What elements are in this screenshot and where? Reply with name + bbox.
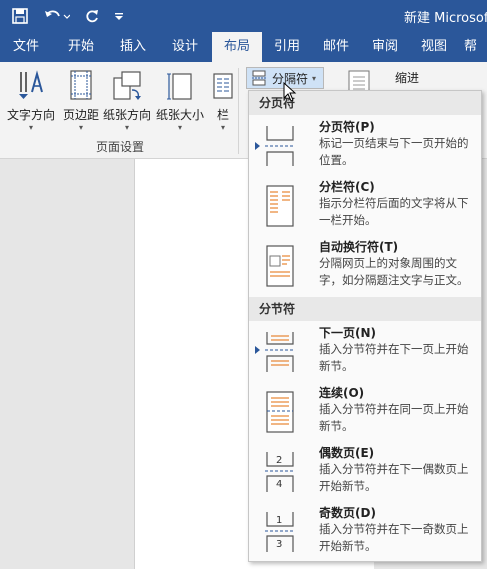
text-wrapping-break-icon bbox=[266, 245, 294, 287]
menu-item-title: 分页符(P) bbox=[319, 120, 375, 134]
menu-item-odd-page[interactable]: 1 3 奇数页(D) 插入分节符并在下一奇数页上开始新节。 bbox=[249, 502, 481, 562]
orientation-button[interactable]: 纸张方向 ▾ bbox=[102, 68, 152, 134]
margins-button[interactable]: 页边距 ▾ bbox=[60, 68, 102, 134]
save-icon[interactable] bbox=[10, 6, 30, 26]
columns-icon bbox=[213, 73, 233, 99]
menu-item-title: 下一页(N) bbox=[319, 326, 377, 340]
svg-text:1: 1 bbox=[276, 515, 282, 526]
text-direction-button[interactable]: 文字方向 ▾ bbox=[4, 68, 58, 134]
text-direction-label: 文字方向 bbox=[6, 108, 55, 122]
customize-quick-access-icon[interactable] bbox=[112, 6, 126, 26]
text-direction-icon bbox=[19, 70, 43, 99]
menu-item-desc: 插入分节符并在下一页上开始新节。 bbox=[319, 342, 469, 373]
size-button[interactable]: 纸张大小 ▾ bbox=[154, 68, 206, 134]
even-page-section-icon: 2 4 bbox=[265, 452, 295, 492]
pointer-marker-icon bbox=[255, 142, 260, 150]
chevron-down-icon: ▾ bbox=[312, 73, 317, 83]
odd-page-section-icon: 1 3 bbox=[265, 512, 295, 552]
menu-item-desc: 分隔网页上的对象周围的文字，如分隔题注文字与正文。 bbox=[319, 256, 469, 287]
menu-item-title: 分栏符(C) bbox=[319, 180, 375, 194]
breaks-icon bbox=[252, 70, 267, 86]
page-break-icon bbox=[265, 126, 295, 166]
chevron-down-icon: ▾ bbox=[177, 123, 182, 132]
columns-button[interactable]: 栏 ▾ bbox=[210, 68, 236, 134]
section-breaks-header: 分节符 bbox=[249, 297, 481, 321]
tab-layout[interactable]: 布局 bbox=[212, 32, 262, 62]
breaks-menu: 分页符 分页符(P) 标记一页结束与下一页开始的位置。 分栏符(C) 指示分栏符… bbox=[248, 90, 482, 562]
menu-item-text-wrapping-break[interactable]: 自动换行符(T) 分隔网页上的对象周围的文字，如分隔题注文字与正文。 bbox=[249, 236, 481, 296]
tab-references[interactable]: 引用 bbox=[264, 32, 310, 62]
menu-item-title: 奇数页(D) bbox=[319, 506, 376, 520]
svg-text:4: 4 bbox=[276, 479, 282, 490]
menu-item-title: 偶数页(E) bbox=[319, 446, 375, 460]
menu-item-title: 连续(O) bbox=[319, 386, 365, 400]
chevron-down-icon: ▾ bbox=[28, 123, 33, 132]
menu-item-column-break[interactable]: 分栏符(C) 指示分栏符后面的文字将从下一栏开始。 bbox=[249, 176, 481, 236]
menu-item-next-page[interactable]: 下一页(N) 插入分节符并在下一页上开始新节。 bbox=[249, 322, 481, 382]
undo-icon[interactable] bbox=[42, 6, 72, 26]
tab-design[interactable]: 设计 bbox=[160, 32, 210, 62]
orientation-icon bbox=[113, 71, 141, 100]
margins-label-prefix: 页 bbox=[62, 108, 75, 122]
menu-item-page-break[interactable]: 分页符(P) 标记一页结束与下一页开始的位置。 bbox=[249, 116, 481, 176]
svg-text:2: 2 bbox=[276, 455, 282, 466]
menu-item-desc: 标记一页结束与下一页开始的位置。 bbox=[319, 136, 469, 167]
page-size-icon bbox=[167, 73, 192, 100]
column-break-icon bbox=[266, 185, 294, 227]
menu-item-desc: 插入分节符并在同一页上开始新节。 bbox=[319, 402, 469, 433]
menu-item-desc: 插入分节符并在下一偶数页上开始新节。 bbox=[319, 462, 469, 493]
pointer-marker-icon bbox=[255, 346, 260, 354]
indent-label: 缩进 bbox=[395, 71, 420, 85]
mouse-cursor-icon bbox=[283, 82, 297, 102]
tab-insert[interactable]: 插入 bbox=[108, 32, 158, 62]
menu-item-continuous[interactable]: 连续(O) 插入分节符并在同一页上开始新节。 bbox=[249, 382, 481, 442]
chevron-down-icon: ▾ bbox=[124, 123, 129, 132]
menu-item-desc: 插入分节符并在下一奇数页上开始新节。 bbox=[319, 522, 469, 553]
menu-item-desc: 指示分栏符后面的文字将从下一栏开始。 bbox=[319, 196, 469, 227]
redo-icon[interactable] bbox=[82, 6, 102, 26]
continuous-section-icon bbox=[266, 391, 294, 433]
orientation-label: 纸张方向 bbox=[102, 108, 151, 122]
menu-item-even-page[interactable]: 2 4 偶数页(E) 插入分节符并在下一偶数页上开始新节。 bbox=[249, 442, 481, 502]
tab-review[interactable]: 审阅 bbox=[362, 32, 408, 62]
tab-mailings[interactable]: 邮件 bbox=[313, 32, 359, 62]
tab-view[interactable]: 视图 bbox=[411, 32, 457, 62]
tab-home[interactable]: 开始 bbox=[56, 32, 106, 62]
size-label: 纸张大小 bbox=[155, 108, 204, 122]
tab-help[interactable]: 帮 bbox=[460, 32, 487, 62]
group-divider bbox=[238, 68, 239, 154]
chevron-down-icon: ▾ bbox=[78, 123, 83, 132]
ribbon-tabs: 文件 开始 插入 设计 布局 引用 邮件 审阅 视图 帮 bbox=[0, 32, 487, 62]
chevron-down-icon: ▾ bbox=[220, 123, 225, 132]
tab-file[interactable]: 文件 bbox=[0, 32, 52, 62]
document-title: 新建 Microsoft bbox=[404, 11, 487, 26]
svg-text:3: 3 bbox=[276, 539, 282, 550]
margins-label: 边距 bbox=[75, 108, 100, 122]
title-bar: 新建 Microsoft bbox=[0, 0, 487, 32]
page-setup-group-label: 页面设置 bbox=[95, 140, 144, 154]
margins-icon bbox=[70, 70, 92, 100]
columns-label: 栏 bbox=[216, 108, 229, 122]
menu-item-title: 自动换行符(T) bbox=[319, 240, 399, 254]
next-page-section-icon bbox=[265, 332, 295, 372]
